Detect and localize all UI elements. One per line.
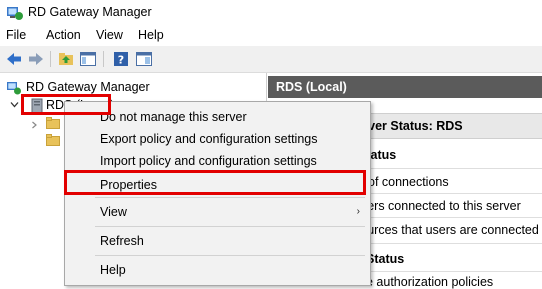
forward-arrow-icon[interactable] [27,50,45,68]
menu-separator [95,226,365,227]
menu-item-help[interactable]: Help [100,263,126,277]
menu-item-do-not-manage[interactable]: Do not manage this server [100,110,247,124]
menu-item-import[interactable]: Import policy and configuration settings [100,154,317,168]
toolbar-separator [103,51,104,67]
toolbar: ? [0,46,542,73]
folder-icon[interactable] [46,117,60,129]
menu-separator [95,255,365,256]
menu-action[interactable]: Action [46,28,81,42]
menu-item-refresh[interactable]: Refresh [100,234,144,248]
window-title: RD Gateway Manager [28,5,152,19]
details-header-label: RDS (Local) [276,80,347,94]
status-line-users[interactable]: users connected to this server [354,199,521,213]
expand-arrow-icon[interactable] [30,121,38,129]
action-pane-icon[interactable] [135,50,153,68]
rd-gateway-tree-icon [7,82,21,95]
menu-item-view[interactable]: View [100,205,127,219]
tree-root-label: RD Gateway Manager [26,80,150,94]
collapse-arrow-icon[interactable] [10,100,19,109]
show-hide-tree-icon[interactable] [79,50,97,68]
help-icon[interactable]: ? [112,50,130,68]
back-arrow-icon[interactable] [5,50,23,68]
status-line-connections[interactable]: of connections [368,175,449,189]
submenu-arrow-icon: › [356,206,360,217]
menu-separator [95,197,365,198]
status-section-heading-2: Status [366,252,405,266]
properties-highlight-box [64,170,366,195]
details-header: RDS (Local) [268,76,542,98]
rds-node-highlight-box [21,94,111,115]
menu-file[interactable]: File [6,28,26,42]
status-line-resources[interactable]: sources that users are connected to [354,223,542,237]
svg-text:?: ? [118,54,124,67]
folder-icon[interactable] [46,134,60,146]
menu-help[interactable]: Help [138,28,164,42]
menu-item-export[interactable]: Export policy and configuration settings [100,132,318,146]
menu-bar: File Action View Help [0,26,542,46]
toolbar-separator [50,51,51,67]
up-folder-icon[interactable] [57,50,75,68]
menu-view[interactable]: View [96,28,123,42]
title-bar: RD Gateway Manager [0,0,542,26]
rd-gateway-app-icon [7,7,23,20]
status-line-policies[interactable]: e authorization policies [366,275,493,289]
